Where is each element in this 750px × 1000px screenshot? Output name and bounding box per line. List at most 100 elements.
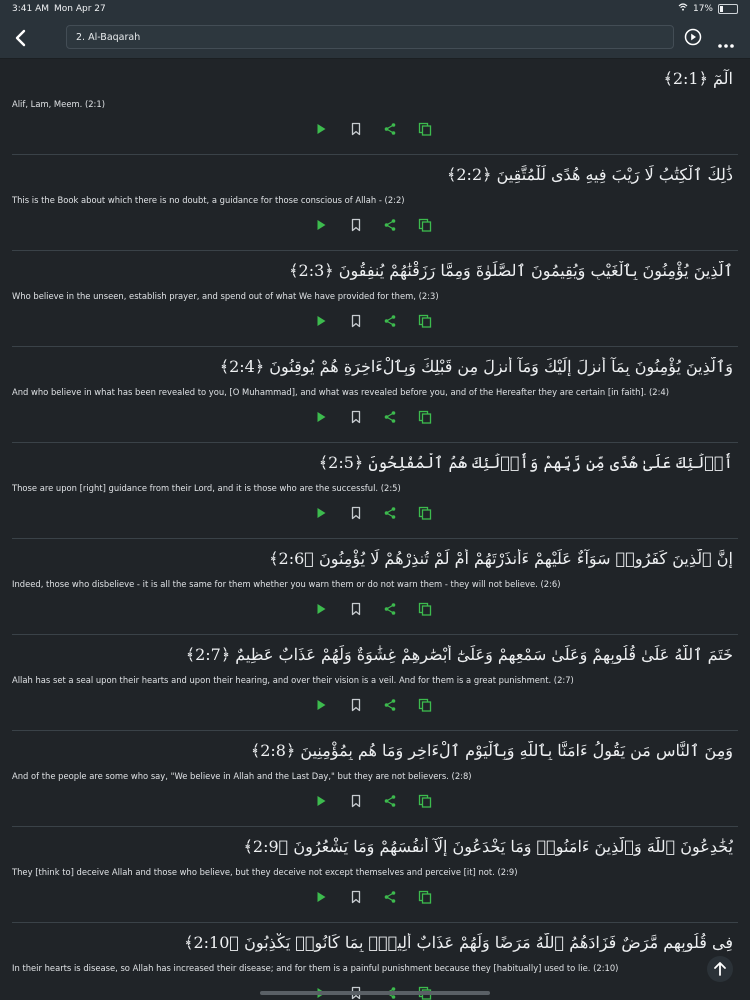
bookmark-ayah-button[interactable] xyxy=(349,121,363,136)
bookmark-ayah-button[interactable] xyxy=(349,601,363,616)
share-icon xyxy=(384,603,396,615)
status-right: 17% xyxy=(678,3,738,14)
nav-bar: 2. Al-Baqarah xyxy=(0,20,750,59)
ayah-translation: Those are upon [right] guidance from the… xyxy=(12,483,401,493)
copy-ayah-button[interactable] xyxy=(418,505,432,520)
ayah-arabic-text: أُو۟لَٰٓئِكَ عَلَىٰ هُدًى مِّن رَّبِّهِم… xyxy=(318,453,733,472)
copy-ayah-button[interactable] xyxy=(418,793,432,808)
share-ayah-button[interactable] xyxy=(383,313,397,327)
share-icon xyxy=(384,123,396,135)
share-ayah-button[interactable] xyxy=(383,697,397,711)
ayah-actions xyxy=(312,313,442,329)
share-ayah-button[interactable] xyxy=(383,409,397,423)
ayah-arabic-text: إِنَّ ٱلَّذِينَ كَفَرُوا۟ سَوَآءٌ عَلَيْ… xyxy=(269,549,733,568)
share-ayah-button[interactable] xyxy=(383,121,397,135)
play-ayah-button[interactable] xyxy=(314,121,328,135)
more-horizontal-icon xyxy=(718,44,734,48)
bookmark-ayah-button[interactable] xyxy=(349,313,363,328)
copy-icon xyxy=(418,890,432,904)
copy-ayah-button[interactable] xyxy=(418,697,432,712)
back-button[interactable] xyxy=(12,26,32,50)
copy-ayah-button[interactable] xyxy=(418,313,432,328)
ayah-arabic-text: وَٱلَّذِينَ يُؤْمِنُونَ بِمَآ أُنزِلَ إِ… xyxy=(219,357,733,376)
arrow-up-icon xyxy=(714,962,726,976)
ayah-translation: And who believe in what has been reveale… xyxy=(12,387,669,397)
copy-ayah-button[interactable] xyxy=(418,601,432,616)
play-ayah-button[interactable] xyxy=(314,889,328,903)
play-icon xyxy=(317,892,326,902)
bookmark-icon xyxy=(351,698,361,712)
share-icon xyxy=(384,699,396,711)
home-indicator xyxy=(260,991,490,995)
share-ayah-button[interactable] xyxy=(383,217,397,231)
bookmark-ayah-button[interactable] xyxy=(349,889,363,904)
ayah-item: الٓمٓ ﴿2:1﴾ Alif, Lam, Meem. (2:1) xyxy=(12,59,738,155)
ayah-arabic-text: فِى قُلُوبِهِم مَّرَضٌ فَزَادَهُمُ ٱللَّ… xyxy=(184,933,733,952)
copy-ayah-button[interactable] xyxy=(418,889,432,904)
copy-icon xyxy=(418,410,432,424)
play-icon xyxy=(317,220,326,230)
play-ayah-button[interactable] xyxy=(314,409,328,423)
bookmark-ayah-button[interactable] xyxy=(349,409,363,424)
play-icon xyxy=(317,508,326,518)
ayah-actions xyxy=(312,601,442,617)
ayah-arabic-text: الٓمٓ ﴿2:1﴾ xyxy=(663,69,733,88)
surah-title-field[interactable]: 2. Al-Baqarah xyxy=(66,25,674,49)
play-ayah-button[interactable] xyxy=(314,505,328,519)
bookmark-ayah-button[interactable] xyxy=(349,217,363,232)
copy-icon xyxy=(418,794,432,808)
play-icon xyxy=(317,412,326,422)
share-icon xyxy=(384,219,396,231)
bookmark-icon xyxy=(351,314,361,328)
ayah-arabic-text: ذَٰلِكَ ٱلْكِتَٰبُ لَا رَيْبَ فِيهِ هُدً… xyxy=(447,165,733,184)
ayah-item: ذَٰلِكَ ٱلْكِتَٰبُ لَا رَيْبَ فِيهِ هُدً… xyxy=(12,155,738,251)
copy-ayah-button[interactable] xyxy=(418,217,432,232)
ayah-translation: Who believe in the unseen, establish pra… xyxy=(12,291,439,301)
bookmark-icon xyxy=(351,602,361,616)
bookmark-ayah-button[interactable] xyxy=(349,793,363,808)
share-ayah-button[interactable] xyxy=(383,601,397,615)
more-options-button[interactable] xyxy=(716,34,736,48)
status-time: 3:41 AM xyxy=(12,4,49,14)
play-audio-button[interactable] xyxy=(684,28,702,46)
bookmark-ayah-button[interactable] xyxy=(349,697,363,712)
ayah-translation: Indeed, those who disbelieve - it is all… xyxy=(12,579,561,589)
ayah-translation: In their hearts is disease, so Allah has… xyxy=(12,963,619,973)
bookmark-icon xyxy=(351,890,361,904)
share-ayah-button[interactable] xyxy=(383,793,397,807)
share-icon xyxy=(384,507,396,519)
ayah-translation: This is the Book about which there is no… xyxy=(12,195,405,205)
copy-icon xyxy=(418,218,432,232)
copy-ayah-button[interactable] xyxy=(418,409,432,424)
play-ayah-button[interactable] xyxy=(314,793,328,807)
scroll-to-top-button[interactable] xyxy=(707,956,733,982)
share-ayah-button[interactable] xyxy=(383,889,397,903)
share-ayah-button[interactable] xyxy=(383,505,397,519)
battery-percent: 17% xyxy=(692,3,713,14)
status-date: Mon Apr 27 xyxy=(54,4,106,14)
ayah-arabic-text: خَتَمَ ٱللَّهُ عَلَىٰ قُلُوبِهِمْ وَعَلَ… xyxy=(185,645,733,664)
bookmark-icon xyxy=(351,218,361,232)
ayah-item: ٱلَّذِينَ يُؤْمِنُونَ بِٱلْغَيْبِ وَيُقِ… xyxy=(12,251,738,347)
share-icon xyxy=(384,411,396,423)
play-ayah-button[interactable] xyxy=(314,697,328,711)
ayah-translation: And of the people are some who say, "We … xyxy=(12,771,472,781)
ayah-actions xyxy=(312,793,442,809)
play-ayah-button[interactable] xyxy=(314,313,328,327)
play-ayah-button[interactable] xyxy=(314,601,328,615)
status-bar: 3:41 AM Mon Apr 27 17% xyxy=(0,0,750,20)
play-icon xyxy=(317,124,326,134)
play-ayah-button[interactable] xyxy=(314,217,328,231)
ayah-item: أُو۟لَٰٓئِكَ عَلَىٰ هُدًى مِّن رَّبِّهِم… xyxy=(12,443,738,539)
bookmark-icon xyxy=(351,506,361,520)
copy-icon xyxy=(418,602,432,616)
share-icon xyxy=(384,795,396,807)
bookmark-ayah-button[interactable] xyxy=(349,505,363,520)
ayah-actions xyxy=(312,697,442,713)
ayah-item: إِنَّ ٱلَّذِينَ كَفَرُوا۟ سَوَآءٌ عَلَيْ… xyxy=(12,539,738,635)
play-icon xyxy=(317,796,326,806)
play-icon xyxy=(317,604,326,614)
copy-ayah-button[interactable] xyxy=(418,121,432,136)
share-icon xyxy=(384,315,396,327)
ayah-list[interactable]: الٓمٓ ﴿2:1﴾ Alif, Lam, Meem. (2:1) ذَٰلِ… xyxy=(0,59,750,1000)
